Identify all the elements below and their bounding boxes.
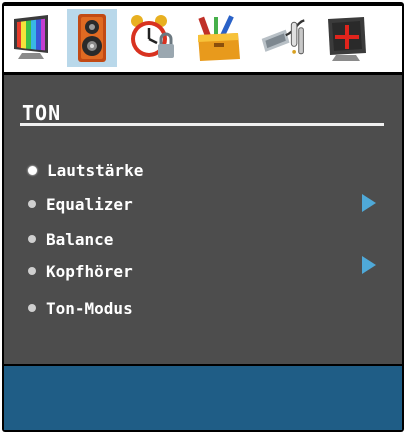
bullet-icon <box>28 200 36 208</box>
tab-install[interactable] <box>322 9 372 67</box>
bullet-icon <box>28 267 36 275</box>
menu-item-label: Balance <box>46 229 114 249</box>
tab-settings[interactable] <box>194 9 244 67</box>
menu-item-label: Lautstärke <box>47 160 144 180</box>
submenu-arrow-icon[interactable] <box>362 256 376 274</box>
bullet-icon <box>28 304 36 312</box>
menu-title: TON <box>22 101 62 125</box>
source-cable-icon <box>261 19 305 55</box>
tab-sound[interactable] <box>67 9 117 67</box>
info-footer-bar <box>4 366 402 430</box>
menu-item-label: Ton-Modus <box>46 298 133 318</box>
picture-icon <box>14 15 48 59</box>
menu-item-label: Kopfhörer <box>46 261 133 281</box>
menu-item-sound-mode[interactable]: Ton-Modus <box>28 297 133 319</box>
menu-item-label: Equalizer <box>46 194 133 214</box>
menu-item-headphones[interactable]: Kopfhörer <box>28 260 133 282</box>
tab-source[interactable] <box>258 9 308 67</box>
alarm-clock-icon <box>131 15 174 58</box>
crosshair-icon <box>328 17 366 61</box>
toolbox-icon <box>198 15 240 61</box>
selected-bullet-icon <box>28 165 37 175</box>
menu-icon-bar <box>4 6 402 72</box>
sound-menu-panel: TON Lautstärke Equalizer Balance Kopfhör… <box>4 75 402 364</box>
title-divider <box>20 123 384 126</box>
tab-timer-lock[interactable] <box>128 9 178 67</box>
menu-item-balance[interactable]: Balance <box>28 228 113 250</box>
tab-picture[interactable] <box>6 9 56 67</box>
menu-item-equalizer[interactable]: Equalizer <box>28 193 133 215</box>
bullet-icon <box>28 235 36 243</box>
submenu-arrow-icon[interactable] <box>362 194 376 212</box>
sound-icon <box>78 14 106 62</box>
menu-item-volume[interactable]: Lautstärke <box>28 159 143 181</box>
